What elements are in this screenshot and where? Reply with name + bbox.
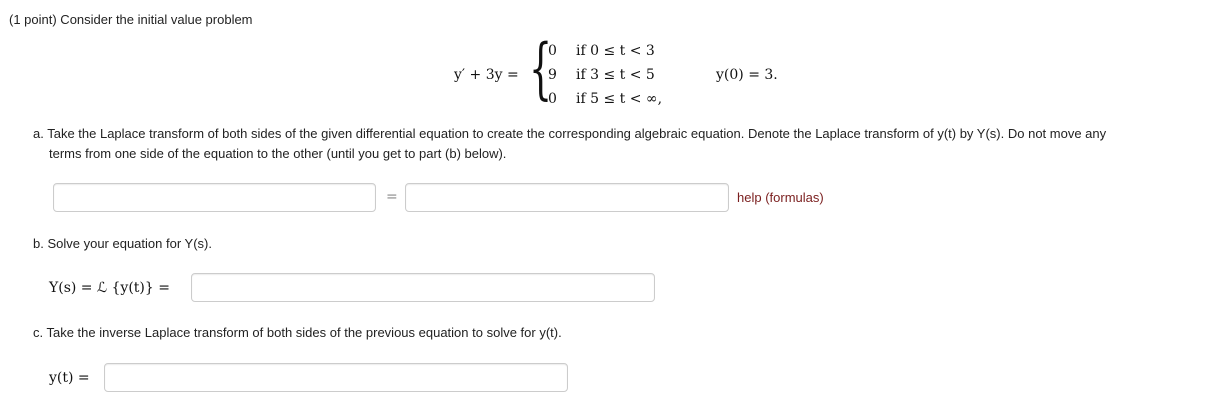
case-condition-1: if 0 ≤ t < 3	[576, 43, 655, 59]
part-c-text: c. Take the inverse Laplace transform of…	[33, 325, 562, 340]
initial-condition: y(0) = 3.	[716, 67, 778, 83]
case-value-3: 0	[548, 91, 557, 107]
case-condition-3: if 5 ≤ t < ∞,	[576, 91, 663, 107]
laplace-rhs-input[interactable]	[405, 183, 729, 212]
case-value-1: 0	[548, 43, 557, 59]
help-formulas-link[interactable]: help (formulas)	[737, 190, 824, 205]
part-a-text-line2: terms from one side of the equation to t…	[49, 146, 507, 161]
laplace-lhs-input[interactable]	[53, 183, 376, 212]
case-condition-2: if 3 ≤ t < 5	[576, 67, 655, 83]
part-b-label: Y(s) = ℒ {y(t)} =	[49, 280, 170, 296]
ys-input[interactable]	[191, 273, 655, 302]
case-value-2: 9	[548, 67, 557, 83]
yt-input[interactable]	[104, 363, 568, 392]
equals-sign: =	[386, 189, 398, 205]
problem-header: (1 point) Consider the initial value pro…	[9, 12, 253, 27]
part-a-text-line1: a. Take the Laplace transform of both si…	[33, 126, 1107, 141]
part-c-label: y(t) =	[49, 370, 90, 386]
part-b-text: b. Solve your equation for Y(s).	[33, 236, 212, 251]
equation-lhs: y′ + 3y =	[454, 67, 519, 83]
